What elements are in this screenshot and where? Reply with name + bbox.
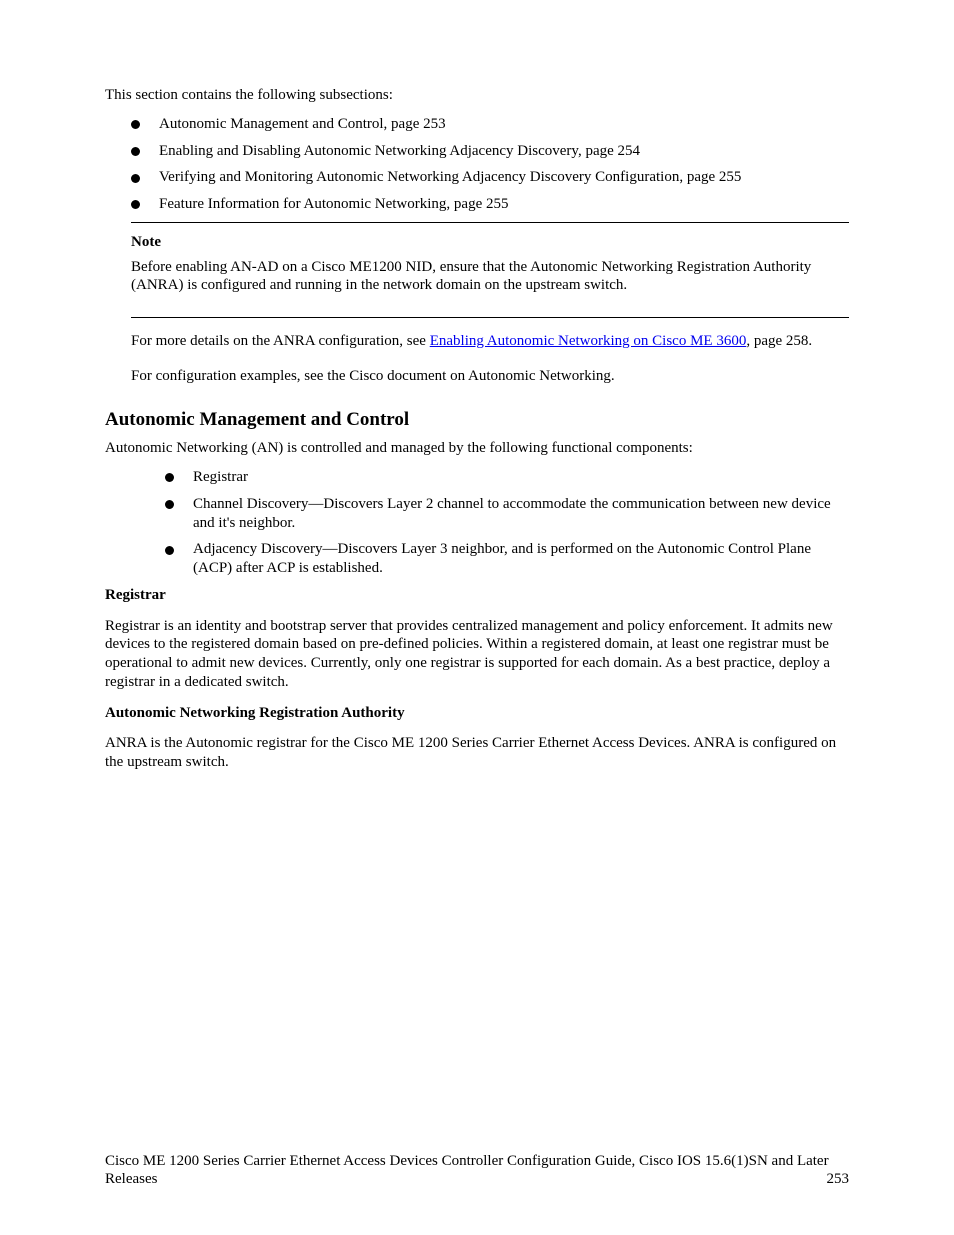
subsection-title-registrar: Registrar bbox=[105, 586, 849, 605]
list-item: Adjacency Discovery—Discovers Layer 3 ne… bbox=[165, 540, 849, 578]
section-body: Autonomic Networking (AN) is controlled … bbox=[105, 439, 849, 772]
subsection-body-registrar: Registrar is an identity and bootstrap s… bbox=[105, 617, 849, 692]
list-item: Autonomic Management and Control, page 2… bbox=[131, 115, 849, 134]
section-lead: Autonomic Networking (AN) is controlled … bbox=[105, 439, 849, 458]
see-also-page: , page 258. bbox=[746, 333, 812, 349]
see-also: For more details on the ANRA configurati… bbox=[131, 332, 849, 351]
footer-title: Cisco ME 1200 Series Carrier Ethernet Ac… bbox=[105, 1152, 849, 1190]
intro-section: This section contains the following subs… bbox=[105, 86, 849, 386]
page-number: 253 bbox=[827, 1170, 850, 1189]
page: This section contains the following subs… bbox=[0, 0, 954, 1235]
see-also-paragraph: For more details on the ANRA configurati… bbox=[131, 332, 849, 351]
section-heading: Autonomic Management and Control bbox=[105, 408, 849, 432]
divider bbox=[131, 222, 849, 223]
divider bbox=[131, 317, 849, 318]
subsection-title-anra: Autonomic Networking Registration Author… bbox=[105, 704, 849, 723]
note-box: Note Before enabling AN-AD on a Cisco ME… bbox=[131, 233, 849, 295]
list-item: Verifying and Monitoring Autonomic Netwo… bbox=[131, 168, 849, 187]
intro-bullet-list: Autonomic Management and Control, page 2… bbox=[131, 115, 849, 214]
config-examples-text: For configuration examples, see the Cisc… bbox=[131, 367, 849, 386]
section-bullet-list: Registrar Channel Discovery—Discovers La… bbox=[165, 468, 849, 578]
intro-paragraph: This section contains the following subs… bbox=[105, 86, 849, 105]
see-also-link[interactable]: Enabling Autonomic Networking on Cisco M… bbox=[430, 333, 747, 349]
list-item: Enabling and Disabling Autonomic Network… bbox=[131, 142, 849, 161]
subsection-body-anra: ANRA is the Autonomic registrar for the … bbox=[105, 734, 849, 772]
list-item: Registrar bbox=[165, 468, 849, 487]
list-item: Channel Discovery—Discovers Layer 2 chan… bbox=[165, 495, 849, 533]
note-text: Before enabling AN-AD on a Cisco ME1200 … bbox=[131, 258, 849, 296]
config-examples: For configuration examples, see the Cisc… bbox=[131, 367, 849, 386]
list-item: Feature Information for Autonomic Networ… bbox=[131, 195, 849, 214]
see-also-prefix: For more details on the ANRA configurati… bbox=[131, 333, 430, 349]
note-title: Note bbox=[131, 233, 849, 252]
